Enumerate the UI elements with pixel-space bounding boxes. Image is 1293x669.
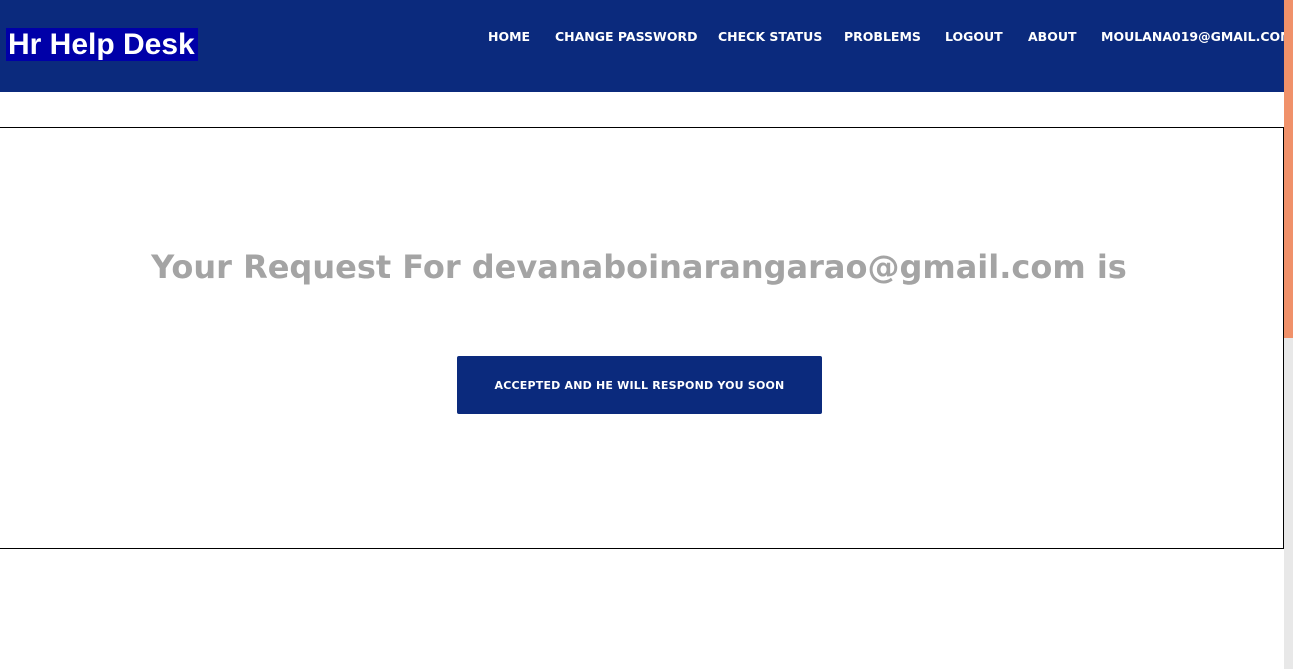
nav-logout[interactable]: LOGOUT (945, 29, 1003, 44)
nav-home[interactable]: HOME (488, 29, 530, 44)
top-navbar: Hr Help Desk HOME CHANGE PASSWORD CHECK … (0, 0, 1293, 92)
nav-check-status[interactable]: CHECK STATUS (718, 29, 822, 44)
nav-user-email[interactable]: MOULANA019@GMAIL.COM (1101, 29, 1293, 44)
nav-about[interactable]: ABOUT (1028, 29, 1077, 44)
request-heading: Your Request For devanaboinarangarao@gma… (151, 248, 1127, 286)
request-status-panel: Your Request For devanaboinarangarao@gma… (0, 127, 1284, 549)
page: Hr Help Desk HOME CHANGE PASSWORD CHECK … (0, 0, 1293, 669)
scrollbar-thumb[interactable] (1284, 0, 1293, 338)
nav-change-password[interactable]: CHANGE PASSWORD (555, 29, 697, 44)
page-scrollbar[interactable] (1284, 0, 1293, 669)
brand-logo[interactable]: Hr Help Desk (6, 28, 198, 61)
request-status-button[interactable]: ACCEPTED AND HE WILL RESPOND YOU SOON (457, 356, 822, 414)
nav-problems[interactable]: PROBLEMS (844, 29, 921, 44)
